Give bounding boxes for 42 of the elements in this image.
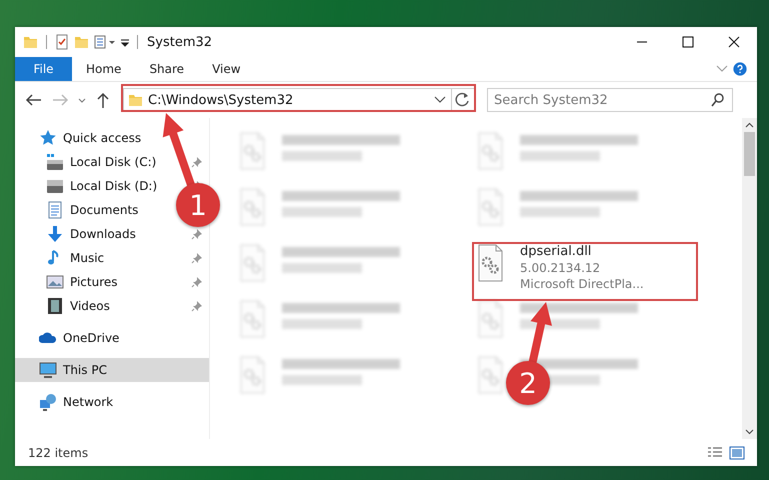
- file-detail: Microsoft DirectPla...: [520, 276, 644, 292]
- picture-icon: [46, 273, 64, 291]
- sidebar-item[interactable]: Local Disk (C:): [46, 150, 156, 174]
- pin-icon[interactable]: [191, 252, 203, 264]
- properties-icon[interactable]: [54, 34, 70, 50]
- scroll-thumb[interactable]: [744, 132, 755, 176]
- sidebar-item[interactable]: Local Disk (D:): [46, 174, 158, 198]
- search-icon[interactable]: [710, 92, 726, 108]
- view-options-icon[interactable]: [94, 34, 116, 50]
- details-view-icon[interactable]: [707, 446, 723, 460]
- sidebar-item[interactable]: Network: [39, 390, 114, 414]
- search-field[interactable]: Search System32: [487, 88, 733, 112]
- ribbon-tab[interactable]: File: [15, 57, 72, 81]
- network-icon: [39, 393, 57, 411]
- folder-icon[interactable]: [23, 34, 39, 50]
- sidebar-item[interactable]: Music: [46, 246, 104, 270]
- pin-icon[interactable]: [191, 156, 203, 168]
- download-arrow-icon: [46, 225, 64, 243]
- sidebar-item[interactable]: OneDrive: [39, 326, 120, 350]
- sidebar-item[interactable]: Documents: [46, 198, 138, 222]
- file-detail: 5.00.2134.12: [520, 260, 602, 276]
- pin-icon[interactable]: [191, 276, 203, 288]
- sidebar-item[interactable]: This PC: [15, 358, 209, 382]
- sidebar-item[interactable]: Pictures: [46, 270, 118, 294]
- sidebar-item[interactable]: Videos: [46, 294, 110, 318]
- file-item[interactable]: dpserial.dll 5.00.2134.12 Microsoft DirectPla...: [470, 240, 644, 296]
- pin-icon[interactable]: [191, 228, 203, 240]
- drive-icon: [46, 177, 64, 195]
- drive-icon: [46, 153, 64, 171]
- tiles-view-icon[interactable]: [729, 446, 745, 460]
- file-name: dpserial.dll: [520, 244, 592, 260]
- star-icon: [39, 129, 57, 147]
- sidebar-item[interactable]: Quick access: [39, 126, 142, 150]
- item-count: 122 items: [28, 446, 88, 460]
- folder-icon: [128, 92, 144, 108]
- monitor-icon: [39, 361, 57, 379]
- sidebar-item[interactable]: Downloads: [46, 222, 136, 246]
- film-icon: [46, 297, 64, 315]
- window-title: System32: [147, 34, 212, 50]
- document-icon: [46, 201, 64, 219]
- address-bar[interactable]: C:\Windows\System32: [123, 88, 475, 112]
- pin-icon[interactable]: [191, 300, 203, 312]
